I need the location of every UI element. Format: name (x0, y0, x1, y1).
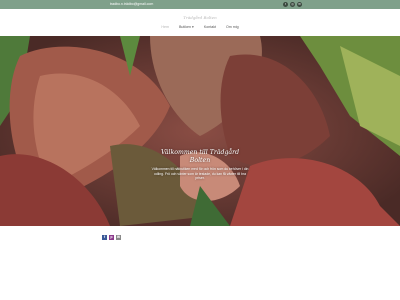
nav-item-butiken[interactable]: Butiken ▾ (179, 25, 194, 29)
site-header: Trädgård Bolten Hem Butiken ▾ Kontakt Om… (0, 9, 400, 36)
chevron-down-icon: ▾ (192, 25, 194, 29)
hero-background-image (0, 36, 400, 226)
hero-text-block: Välkommen till Trädgård Bolten Välkommen… (150, 149, 250, 181)
hero-description: Välkommen till nätbutiken med för och fr… (151, 167, 249, 181)
email-share-icon[interactable]: ✉ (116, 235, 121, 240)
email-icon[interactable]: ✉ (297, 2, 302, 7)
pinterest-share-icon[interactable]: p (109, 235, 114, 240)
nav-item-butiken-label: Butiken (179, 25, 191, 29)
share-buttons: f p ✉ (102, 235, 121, 240)
contact-email[interactable]: tradbo.n.trädbo@gmail.com (110, 1, 153, 8)
site-logo[interactable]: Trädgård Bolten (0, 15, 400, 20)
hero-banner: Välkommen till Trädgård Bolten Välkommen… (0, 36, 400, 226)
facebook-share-icon[interactable]: f (102, 235, 107, 240)
top-social-links: f ◎ ✉ (283, 2, 302, 7)
nav-item-kontakt[interactable]: Kontakt (204, 25, 216, 29)
nav-item-hem[interactable]: Hem (161, 25, 169, 29)
instagram-icon[interactable]: ◎ (290, 2, 295, 7)
hero-title: Välkommen till Trädgård Bolten (160, 149, 240, 164)
nav-item-om-mig[interactable]: Om mig (226, 25, 239, 29)
top-bar: tradbo.n.trädbo@gmail.com f ◎ ✉ (0, 0, 400, 9)
facebook-icon[interactable]: f (283, 2, 288, 7)
main-nav: Hem Butiken ▾ Kontakt Om mig (0, 25, 400, 29)
